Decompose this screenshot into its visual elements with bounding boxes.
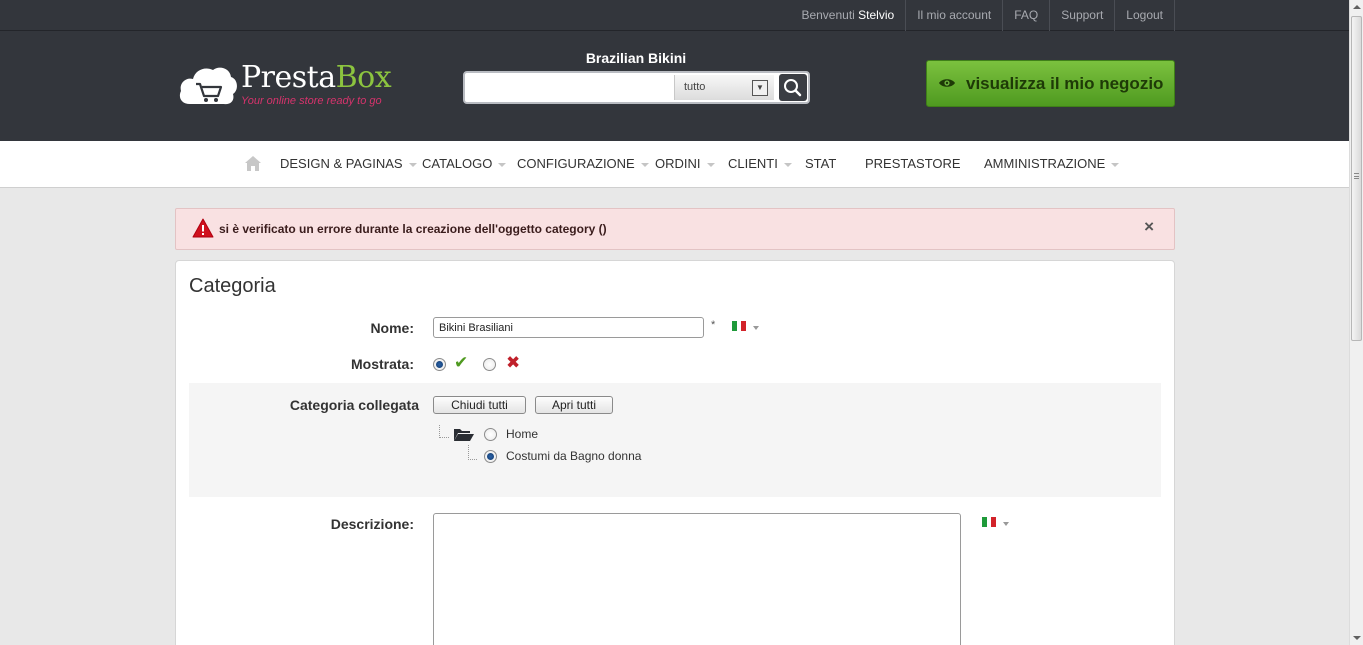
parent-category-label: Categoria collegata <box>289 397 419 413</box>
my-account-link[interactable]: Il mio account <box>905 0 1002 31</box>
eye-icon <box>939 79 955 87</box>
italian-flag-icon[interactable] <box>732 321 747 331</box>
description-textarea[interactable] <box>433 513 961 645</box>
search-box: tutto ▼ <box>463 71 810 104</box>
name-input[interactable] <box>433 317 704 338</box>
error-message: si è verificato un errore durante la cre… <box>219 222 607 236</box>
tree-item-costumi-da-bagno-donna[interactable]: Costumi da Bagno donna <box>506 449 641 463</box>
tree-radio-home[interactable] <box>484 428 497 441</box>
folder-open-icon[interactable] <box>453 427 475 442</box>
scrollbar-thumb[interactable] <box>1351 16 1362 341</box>
tree-connector <box>439 425 449 438</box>
category-form-panel: Categoria Nome: * Mostrata: ✔ ✖ Categori… <box>175 260 1175 645</box>
logo[interactable]: PrestaBox Your online store ready to go <box>178 62 408 108</box>
page-title: Categoria <box>189 275 276 297</box>
check-icon: ✔ <box>454 353 469 372</box>
user-bar: Benvenuti Stelvio Il mio account FAQ Sup… <box>0 0 1349 31</box>
chevron-down-icon <box>706 162 715 167</box>
view-shop-button[interactable]: visualizza il mio negozio <box>926 60 1175 107</box>
displayed-label: Mostrata: <box>350 356 414 372</box>
chevron-down-icon <box>408 162 417 167</box>
chevron-down-icon <box>1111 162 1120 167</box>
search-button[interactable] <box>779 74 807 101</box>
nav-prestastore[interactable]: PRESTASTORE <box>865 141 961 187</box>
welcome-text: Benvenuti Stelvio <box>801 8 895 22</box>
tree-connector <box>468 445 477 460</box>
required-marker: * <box>711 319 716 331</box>
home-icon[interactable] <box>244 155 262 172</box>
tree-radio-costumi[interactable] <box>484 450 497 463</box>
chevron-down-icon: ▼ <box>752 80 768 96</box>
displayed-yes-radio[interactable] <box>433 358 446 371</box>
scroll-up-icon[interactable] <box>1353 5 1361 9</box>
cross-icon: ✖ <box>506 353 521 372</box>
nav-stat[interactable]: STAT <box>805 141 836 187</box>
chevron-down-icon[interactable] <box>1003 522 1009 526</box>
expand-all-button[interactable]: Apri tutti <box>535 396 613 414</box>
nav-clienti[interactable]: CLIENTI <box>728 141 792 187</box>
faq-link[interactable]: FAQ <box>1002 0 1049 31</box>
search-icon <box>784 79 802 97</box>
warning-icon <box>192 218 214 238</box>
search-input[interactable] <box>465 73 673 102</box>
chevron-down-icon <box>498 162 507 167</box>
shop-name: Brazilian Bikini <box>585 50 687 66</box>
username: Stelvio <box>858 8 895 22</box>
italian-flag-icon[interactable] <box>982 517 997 527</box>
logout-link[interactable]: Logout <box>1114 0 1175 31</box>
chevron-down-icon[interactable] <box>753 326 759 330</box>
displayed-no-radio[interactable] <box>483 358 496 371</box>
scroll-down-icon[interactable] <box>1353 636 1361 640</box>
nav-ordini[interactable]: ORDINI <box>655 141 715 187</box>
close-icon[interactable]: × <box>1144 215 1154 239</box>
logo-name: PrestaBox <box>241 60 392 95</box>
tree-item-home[interactable]: Home <box>506 427 538 441</box>
nav-configurazione[interactable]: CONFIGURAZIONE <box>517 141 649 187</box>
name-label: Nome: <box>370 320 414 336</box>
nav-catalogo[interactable]: CATALOGO <box>422 141 507 187</box>
description-label: Descrizione: <box>330 516 414 532</box>
grip-icon <box>1354 173 1359 179</box>
collapse-all-button[interactable]: Chiudi tutti <box>433 396 526 414</box>
chevron-down-icon <box>783 162 792 167</box>
support-link[interactable]: Support <box>1049 0 1114 31</box>
chevron-down-icon <box>640 162 649 167</box>
parent-category-section: Categoria collegata Chiudi tutti Apri tu… <box>189 383 1161 497</box>
header: PrestaBox Your online store ready to go … <box>0 31 1349 141</box>
cloud-cart-icon <box>179 67 237 105</box>
nav-amministrazione[interactable]: AMMINISTRAZIONE <box>984 141 1120 187</box>
main-nav: DESIGN & PAGINAS CATALOGO CONFIGURAZIONE… <box>0 141 1349 188</box>
search-scope-select[interactable]: tutto ▼ <box>674 75 774 100</box>
error-alert: si è verificato un errore durante la cre… <box>175 208 1175 250</box>
logo-tagline: Your online store ready to go <box>241 95 382 107</box>
vertical-scrollbar[interactable] <box>1349 0 1363 645</box>
nav-design-paginas[interactable]: DESIGN & PAGINAS <box>280 141 417 187</box>
